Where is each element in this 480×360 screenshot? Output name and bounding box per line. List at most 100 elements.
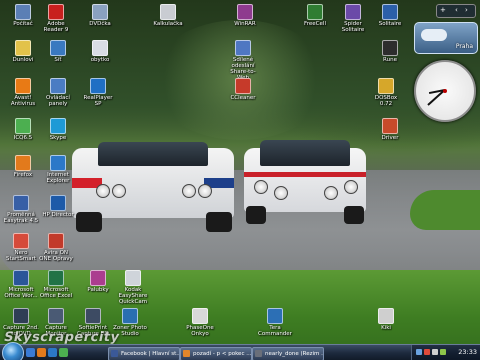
desktop-icon[interactable]: Tera Commander (257, 308, 293, 337)
desktop-icon[interactable]: CCleaner (225, 78, 261, 101)
desktop-icon-label: Firefox (13, 172, 33, 178)
desktop-icon[interactable]: Avira ON ONE Opravy (38, 233, 74, 262)
app-icon (160, 4, 176, 20)
desktop-icon[interactable]: Rune (372, 40, 408, 63)
quick-launch-icon[interactable] (48, 348, 57, 357)
desktop-icon[interactable]: WinRAR (227, 4, 263, 27)
task-app-icon (111, 350, 118, 357)
desktop-icon-label: RealPlayer SP (83, 95, 113, 107)
desktop-icon[interactable]: Kalkulačka (150, 4, 186, 27)
app-icon (382, 40, 398, 56)
car-wheel (206, 212, 232, 232)
app-icon (378, 78, 394, 94)
desktop-icon[interactable]: Proměnná Easytrak 4.5 (3, 195, 39, 224)
desktop-icon[interactable]: FreeCell (297, 4, 333, 27)
app-icon (92, 4, 108, 20)
desktop-icon-label: FreeCell (304, 21, 326, 27)
desktop-icon[interactable]: ICQ6.5 (5, 118, 41, 141)
desktop-icon[interactable]: Spider Solitaire (335, 4, 371, 33)
sidebar-prev-button[interactable]: ‹ (455, 6, 458, 14)
desktop-icon[interactable]: Palubky (80, 270, 116, 293)
app-icon (48, 4, 64, 20)
desktop-icon[interactable]: DOSBox 0.72 (368, 78, 404, 107)
car-headlight (96, 184, 110, 198)
desktop-icon[interactable]: Avast! Antivirus (5, 78, 41, 107)
app-icon (48, 308, 64, 324)
desktop-icon[interactable]: Solitaire (372, 4, 408, 27)
quick-launch-icon[interactable] (37, 348, 46, 357)
desktop-icon[interactable]: Adobe Reader 9 (38, 4, 74, 33)
app-icon (267, 308, 283, 324)
desktop-icon[interactable]: Počítač (5, 4, 41, 27)
system-tray: 23:33 (411, 345, 480, 360)
weather-gadget[interactable]: Praha (414, 22, 478, 54)
desktop-icon[interactable]: Driver (372, 118, 408, 141)
task-app-icon (255, 350, 262, 357)
app-icon (382, 4, 398, 20)
start-button[interactable] (2, 342, 24, 360)
desktop-icon-label: Microsoft Office Excel (39, 287, 73, 299)
app-icon (50, 118, 66, 134)
desktop: Počítač Adobe Reader 9 DVDčka Kalkulačka Win… (0, 0, 480, 360)
watermark-text: Skyscrapercity (2, 330, 122, 345)
desktop-icon[interactable]: Internet Explorer (40, 155, 76, 184)
car-headlight (274, 186, 288, 200)
car-windshield (98, 142, 208, 166)
task-app-icon (183, 350, 190, 357)
desktop-icon[interactable]: Microsoft Office Wor... (3, 270, 39, 299)
desktop-icon-label: Kalkulačka (153, 21, 183, 27)
desktop-icon[interactable]: Dunlovi (5, 40, 41, 63)
desktop-icon[interactable]: HP Director (40, 195, 76, 218)
tray-clock[interactable]: 23:33 (458, 348, 477, 356)
tray-icon[interactable] (424, 349, 430, 355)
desktop-icon[interactable]: Kiki (368, 308, 404, 331)
taskbar-task-button[interactable]: Facebook | Hlavní st... (108, 347, 180, 360)
desktop-icon-label: Spider Solitaire (341, 21, 365, 33)
app-icon (48, 270, 64, 286)
quick-launch-icon[interactable] (59, 348, 68, 357)
sidebar-controls[interactable]: + ‹ › (436, 4, 476, 18)
desktop-icon-label: Microsoft Office Wor... (4, 287, 38, 299)
tray-icon[interactable] (416, 349, 422, 355)
app-icon (122, 308, 138, 324)
desktop-icon[interactable]: Microsoft Office Excel (38, 270, 74, 299)
desktop-icon-label: Počítač (13, 21, 33, 27)
tray-icon[interactable] (440, 349, 446, 355)
desktop-icon[interactable]: Firefox (5, 155, 41, 178)
desktop-icon[interactable]: DVDčka (82, 4, 118, 27)
app-icon (15, 155, 31, 171)
app-icon (235, 40, 251, 56)
desktop-icon-label: Rune (383, 57, 397, 63)
clock-gadget[interactable] (414, 60, 476, 122)
sidebar-add-button[interactable]: + (440, 6, 446, 14)
quick-launch-icon[interactable] (26, 348, 35, 357)
desktop-icon[interactable]: Nero StartSmart (3, 233, 39, 262)
desktop-icon[interactable]: PhaseOne Onkyo (182, 308, 218, 337)
sidebar-next-button[interactable]: › (465, 6, 468, 14)
taskbar: Facebook | Hlavní st... pozadí - p < poke… (0, 342, 480, 360)
app-icon (125, 270, 141, 286)
desktop-icon-label: Solitaire (378, 21, 402, 27)
car-wheel (344, 206, 364, 224)
desktop-icon-label: Ovládací panely (46, 95, 70, 107)
app-icon (13, 270, 29, 286)
desktop-icon[interactable]: RealPlayer SP (80, 78, 116, 107)
desktop-icon-label: Driver (381, 135, 399, 141)
task-label: Facebook | Hlavní st... (121, 351, 180, 357)
desktop-icon[interactable]: Ovládací panely (40, 78, 76, 107)
desktop-icon-label: Proměnná Easytrak 4.5 (3, 212, 39, 224)
app-icon (50, 40, 66, 56)
taskbar-task-button[interactable]: nearly_done (Rezim ... (252, 347, 324, 360)
desktop-icon[interactable]: Sdílené odeslání Share-to-Web (225, 40, 261, 81)
weather-city: Praha (455, 43, 473, 50)
desktop-icon[interactable]: Síť (40, 40, 76, 63)
taskbar-task-button[interactable]: pozadí - p < pokec ... (180, 347, 252, 360)
tray-icon[interactable] (432, 349, 438, 355)
desktop-icon[interactable]: Skype (40, 118, 76, 141)
desktop-icon-label: ICQ6.5 (13, 135, 33, 141)
app-icon (15, 4, 31, 20)
desktop-icon-label: obytko (90, 57, 110, 63)
desktop-icon[interactable]: obytko (82, 40, 118, 63)
desktop-icon[interactable]: Kodak EasyShare QuickCam (115, 270, 151, 305)
desktop-icon-label: Palubky (87, 287, 109, 293)
